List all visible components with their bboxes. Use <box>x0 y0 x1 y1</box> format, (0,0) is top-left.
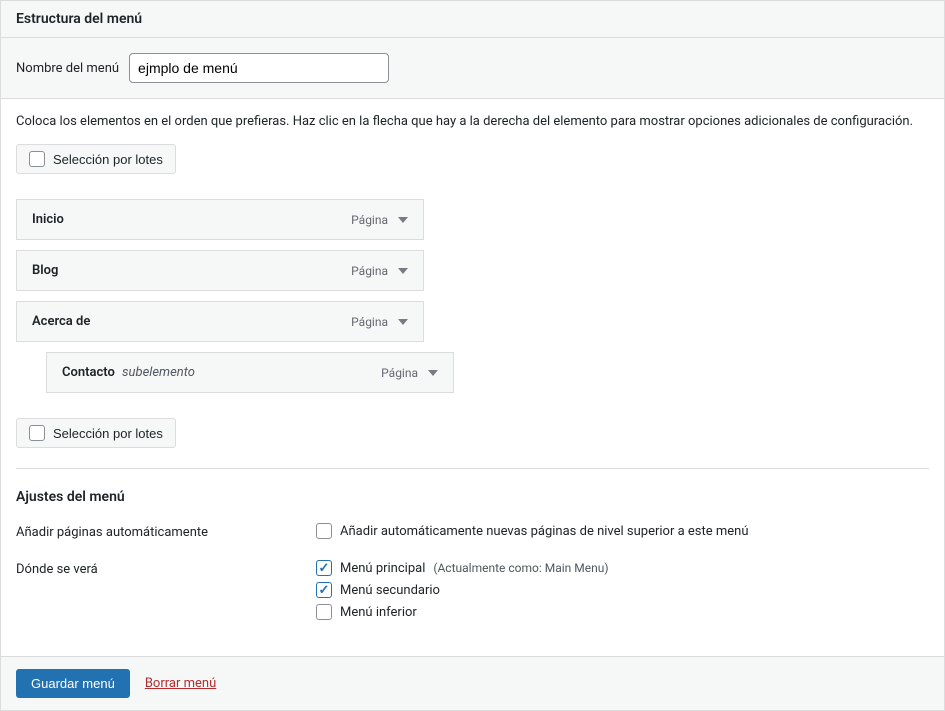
menu-item-meta: Página <box>351 213 408 227</box>
menu-item-meta: Página <box>381 366 438 380</box>
menu-item-meta: Página <box>351 315 408 329</box>
menu-structure-panel: Estructura del menú Nombre del menú Colo… <box>0 0 945 711</box>
auto-add-option-label: Añadir automáticamente nuevas páginas de… <box>340 524 749 539</box>
instructions-text: Coloca los elementos en el orden que pre… <box>16 114 929 129</box>
chevron-down-icon[interactable] <box>398 268 408 274</box>
location-option-secondary[interactable]: Menú secundario <box>316 582 929 598</box>
panel-header: Estructura del menú <box>1 1 944 38</box>
menu-item-meta: Página <box>351 264 408 278</box>
chevron-down-icon[interactable] <box>428 370 438 376</box>
checkbox-checked-icon <box>316 582 332 598</box>
save-menu-button[interactable]: Guardar menú <box>16 669 130 698</box>
sub-item-label: subelemento <box>122 365 195 380</box>
checkbox-checked-icon <box>316 560 332 576</box>
menu-item-type: Página <box>351 315 388 329</box>
panel-title: Estructura del menú <box>16 11 929 27</box>
batch-select-bottom-button[interactable]: Selección por lotes <box>16 418 176 448</box>
chevron-down-icon[interactable] <box>398 217 408 223</box>
location-option-main[interactable]: Menú principal (Actualmente como: Main M… <box>316 560 929 576</box>
batch-select-top-button[interactable]: Selección por lotes <box>16 144 176 174</box>
menu-items-list: Inicio Página Blog Página Acerca de Pági… <box>16 199 929 393</box>
menu-item-sub[interactable]: Contacto subelemento Página <box>46 352 454 393</box>
menu-item-title: Blog <box>32 263 58 278</box>
panel-footer: Guardar menú Borrar menú <box>1 656 944 710</box>
panel-body: Coloca los elementos en el orden que pre… <box>1 99 944 656</box>
location-option-label: Menú principal <box>340 561 425 576</box>
auto-add-options: Añadir automáticamente nuevas páginas de… <box>316 523 929 545</box>
auto-add-row: Añadir páginas automáticamente Añadir au… <box>16 523 929 545</box>
menu-item-title: Acerca de <box>32 314 90 329</box>
menu-item-title-text: Contacto <box>62 365 115 380</box>
location-row: Dónde se verá Menú principal (Actualment… <box>16 560 929 626</box>
menu-name-input[interactable] <box>129 53 389 83</box>
location-option-footer[interactable]: Menú inferior <box>316 604 929 620</box>
menu-settings-section: Ajustes del menú Añadir páginas automáti… <box>16 468 929 626</box>
auto-add-checkbox-row[interactable]: Añadir automáticamente nuevas páginas de… <box>316 523 929 539</box>
menu-item-title: Inicio <box>32 212 64 227</box>
location-label: Dónde se verá <box>16 560 316 626</box>
location-options: Menú principal (Actualmente como: Main M… <box>316 560 929 626</box>
menu-item[interactable]: Blog Página <box>16 250 424 291</box>
auto-add-label: Añadir páginas automáticamente <box>16 523 316 545</box>
checkbox-icon <box>316 523 332 539</box>
checkbox-icon <box>29 151 45 167</box>
menu-item-type: Página <box>381 366 418 380</box>
menu-item-type: Página <box>351 264 388 278</box>
location-option-hint: (Actualmente como: Main Menu) <box>433 561 608 575</box>
checkbox-icon <box>29 425 45 441</box>
menu-name-row: Nombre del menú <box>1 38 944 99</box>
settings-title: Ajustes del menú <box>16 489 929 505</box>
menu-item-type: Página <box>351 213 388 227</box>
chevron-down-icon[interactable] <box>398 319 408 325</box>
batch-select-label: Selección por lotes <box>53 152 163 167</box>
batch-select-label: Selección por lotes <box>53 426 163 441</box>
menu-name-label: Nombre del menú <box>16 61 119 76</box>
menu-item[interactable]: Acerca de Página <box>16 301 424 342</box>
location-option-label: Menú secundario <box>340 583 440 598</box>
delete-menu-link[interactable]: Borrar menú <box>145 676 216 691</box>
menu-item[interactable]: Inicio Página <box>16 199 424 240</box>
location-option-label: Menú inferior <box>340 605 417 620</box>
menu-item-title: Contacto subelemento <box>62 365 195 380</box>
checkbox-icon <box>316 604 332 620</box>
